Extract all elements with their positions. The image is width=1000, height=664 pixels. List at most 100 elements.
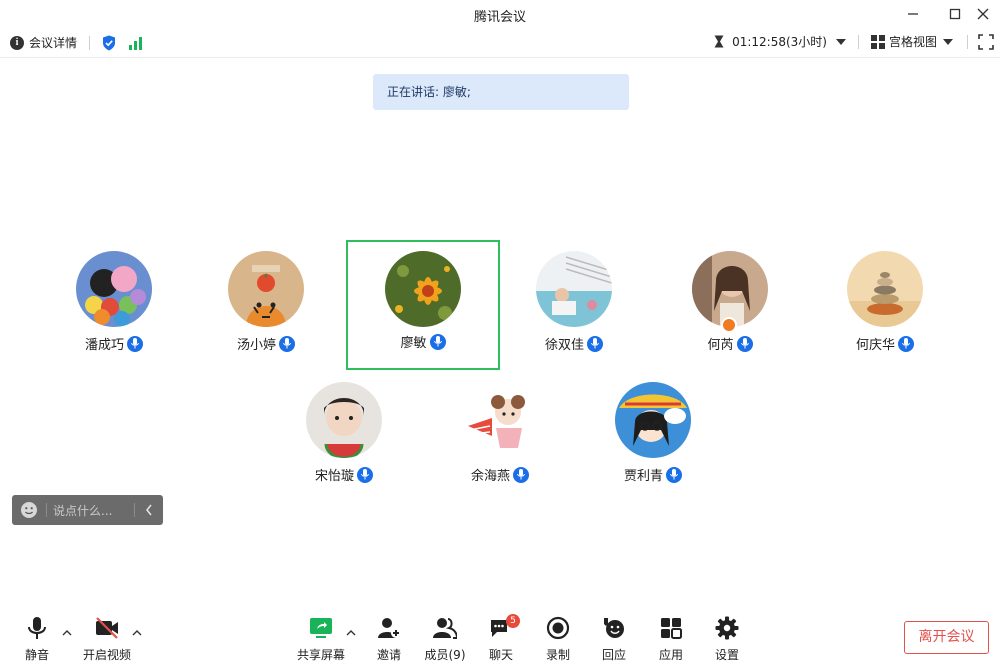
participant-name-row: 何芮 bbox=[653, 334, 807, 353]
close-button[interactable] bbox=[966, 0, 1000, 28]
divider bbox=[857, 34, 859, 49]
avatar bbox=[536, 251, 612, 327]
quick-chat-box[interactable]: 说点什么... bbox=[12, 495, 163, 525]
participant-name-row: 汤小婷 bbox=[189, 334, 343, 353]
participant-name-row: 贾利青 bbox=[576, 465, 730, 484]
avatar bbox=[847, 251, 923, 327]
bottom-toolbar: 静音 开启视频 共享屏幕 邀请 成员(9) 聊天 5 录制 回应 应用 设置 离… bbox=[0, 606, 1000, 664]
speaking-banner: 正在讲话: 廖敏; bbox=[373, 74, 629, 110]
microphone-icon bbox=[28, 617, 46, 639]
avatar bbox=[385, 251, 461, 327]
participant-tile[interactable]: 潘成巧 bbox=[37, 242, 191, 372]
grid-view-icon bbox=[870, 34, 885, 49]
chevron-down-icon[interactable] bbox=[835, 38, 846, 45]
participant-name-row: 徐双佳 bbox=[497, 334, 651, 353]
participant-name: 何庆华 bbox=[855, 338, 895, 353]
share-screen-label: 共享屏幕 bbox=[296, 648, 345, 662]
record-button[interactable]: 录制 bbox=[533, 616, 583, 663]
avatar bbox=[692, 251, 768, 327]
top-right-tools: 01:12:58(3小时) 宫格视图 bbox=[714, 33, 994, 50]
info-icon: i bbox=[10, 35, 24, 50]
title-bar: 腾讯会议 bbox=[0, 0, 1000, 28]
mute-label: 静音 bbox=[24, 648, 49, 662]
chevron-up-icon[interactable] bbox=[62, 628, 72, 638]
microphone-icon bbox=[127, 335, 143, 352]
invite-button[interactable]: 邀请 bbox=[364, 616, 414, 663]
participant-tile[interactable]: 徐双佳 bbox=[497, 242, 651, 372]
participant-tile[interactable]: 宋怡璇 bbox=[267, 373, 421, 503]
participant-tile[interactable]: 贾利青 bbox=[576, 373, 730, 503]
divider bbox=[46, 503, 47, 517]
chat-button[interactable]: 聊天 5 bbox=[476, 614, 526, 663]
microphone-icon bbox=[666, 466, 682, 483]
microphone-icon bbox=[429, 333, 446, 350]
unread-badge: 5 bbox=[506, 614, 520, 628]
participant-tile[interactable]: 何芮 bbox=[653, 242, 807, 372]
minimize-icon bbox=[908, 13, 918, 15]
participant-name-row: 潘成巧 bbox=[37, 334, 191, 353]
signal-icon[interactable] bbox=[128, 36, 144, 50]
start-video-label: 开启视频 bbox=[82, 648, 131, 662]
gear-icon bbox=[715, 616, 739, 640]
participant-tile-active-speaker[interactable]: 廖敏 bbox=[346, 240, 500, 370]
divider bbox=[967, 34, 968, 49]
emoji-icon[interactable] bbox=[20, 501, 38, 519]
close-icon bbox=[977, 8, 989, 20]
view-switch-button[interactable]: 宫格视图 bbox=[870, 33, 953, 50]
minimize-button[interactable] bbox=[896, 0, 930, 28]
host-badge-icon bbox=[721, 317, 737, 333]
meeting-info-label: 会议详情 bbox=[29, 36, 78, 50]
shield-icon[interactable] bbox=[102, 35, 116, 51]
participant-name-row: 宋怡璇 bbox=[267, 465, 421, 484]
react-label: 回应 bbox=[601, 648, 626, 662]
avatar bbox=[76, 251, 152, 327]
chevron-up-icon[interactable] bbox=[346, 628, 356, 638]
meeting-info-button[interactable]: i 会议详情 bbox=[10, 34, 144, 51]
reaction-icon bbox=[604, 618, 624, 638]
chevron-up-icon[interactable] bbox=[132, 628, 142, 638]
window-title: 腾讯会议 bbox=[473, 10, 526, 25]
participant-name: 汤小婷 bbox=[236, 338, 276, 353]
participant-name-row: 余海燕 bbox=[423, 465, 577, 484]
video-off-icon bbox=[96, 617, 118, 639]
participant-name: 宋怡璇 bbox=[314, 469, 354, 484]
chevron-left-icon[interactable] bbox=[145, 504, 153, 516]
microphone-icon bbox=[357, 466, 373, 483]
microphone-icon bbox=[513, 466, 529, 483]
participant-tile[interactable]: 何庆华 bbox=[808, 242, 962, 372]
microphone-icon bbox=[736, 335, 753, 352]
settings-label: 设置 bbox=[714, 648, 739, 662]
react-button[interactable]: 回应 bbox=[589, 616, 639, 663]
maximize-icon bbox=[949, 8, 961, 20]
fullscreen-icon[interactable] bbox=[978, 33, 994, 50]
settings-button[interactable]: 设置 bbox=[702, 616, 752, 663]
view-label: 宫格视图 bbox=[888, 35, 937, 49]
mute-button[interactable]: 静音 bbox=[12, 616, 62, 663]
chat-input-placeholder[interactable]: 说点什么... bbox=[53, 502, 112, 519]
record-label: 录制 bbox=[545, 648, 570, 662]
apps-grid-icon bbox=[661, 618, 682, 639]
avatar bbox=[228, 251, 304, 327]
participant-name: 余海燕 bbox=[470, 469, 510, 484]
microphone-icon bbox=[279, 335, 295, 352]
members-button[interactable]: 成员(9) bbox=[419, 616, 471, 663]
participant-tile[interactable]: 余海燕 bbox=[423, 373, 577, 503]
meeting-toolbar: i 会议详情 01:12:58(3小时) 宫格视图 bbox=[0, 28, 1000, 58]
share-screen-button[interactable]: 共享屏幕 bbox=[294, 616, 348, 663]
record-icon bbox=[546, 616, 570, 640]
participant-name: 潘成巧 bbox=[84, 338, 124, 353]
leave-meeting-button[interactable]: 离开会议 bbox=[904, 621, 989, 654]
start-video-button[interactable]: 开启视频 bbox=[81, 616, 133, 663]
participant-name: 徐双佳 bbox=[544, 338, 584, 353]
hourglass-icon bbox=[714, 35, 724, 48]
members-icon bbox=[433, 618, 457, 639]
microphone-icon bbox=[898, 335, 914, 352]
participant-name: 贾利青 bbox=[623, 469, 663, 484]
apps-button[interactable]: 应用 bbox=[646, 616, 696, 663]
meeting-timer: 01:12:58(3小时) bbox=[732, 35, 827, 49]
divider bbox=[89, 35, 91, 50]
participant-name: 廖敏 bbox=[400, 336, 427, 351]
participant-tile[interactable]: 汤小婷 bbox=[189, 242, 343, 372]
participant-name-row: 何庆华 bbox=[808, 334, 962, 353]
apps-label: 应用 bbox=[658, 648, 683, 662]
